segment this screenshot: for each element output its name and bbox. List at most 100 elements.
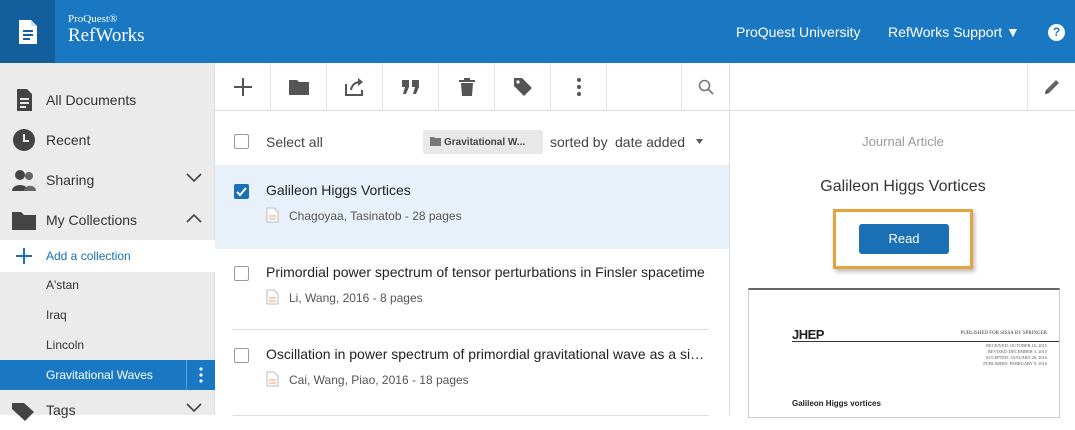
folder-icon	[12, 212, 36, 230]
read-button-highlight: Read	[833, 209, 973, 269]
caret-down-icon[interactable]	[696, 139, 703, 144]
detail-toolbar	[729, 63, 1075, 111]
chevron-down-icon[interactable]	[186, 403, 202, 413]
collection-item-active[interactable]: Gravitational Waves	[0, 360, 215, 390]
app-logo-button[interactable]	[0, 0, 55, 63]
add-collection-label: Add a collection	[46, 249, 131, 263]
kebab-icon	[199, 367, 203, 383]
document-icon	[266, 289, 279, 305]
plus-icon	[233, 78, 252, 96]
preview-logo: JHEP	[792, 327, 838, 342]
sidebar-item-label: All Documents	[46, 92, 137, 108]
quote-icon	[401, 80, 419, 94]
app-header: ProQuest® RefWorks ProQuest University R…	[0, 0, 1075, 63]
row-meta: Li, Wang, 2016 - 8 pages	[289, 291, 423, 305]
help-icon[interactable]: ?	[1048, 24, 1065, 41]
folder-icon	[430, 137, 441, 146]
tag-icon	[513, 78, 532, 96]
brand-proquest: ProQuest®	[68, 13, 118, 25]
reference-type: Journal Article	[862, 134, 944, 149]
row-title[interactable]: Galileon Higgs Vortices	[266, 182, 709, 198]
sidebar-item-tags[interactable]: Tags	[0, 390, 215, 430]
collection-label: Gravitational Waves	[46, 368, 153, 382]
row-checkbox[interactable]	[234, 184, 249, 199]
preview-publisher: Published for SISSA by Springer	[960, 331, 1047, 336]
sidebar-item-recent[interactable]: Recent	[0, 120, 215, 160]
add-collection-button[interactable]: Add a collection	[0, 240, 215, 272]
row-title[interactable]: Oscillation in power spectrum of primord…	[266, 346, 709, 362]
more-button[interactable]	[551, 63, 607, 111]
chevron-down-icon[interactable]	[186, 173, 202, 183]
people-icon	[12, 170, 36, 191]
list-item[interactable]: Galileon Higgs Vortices Chagoyaa, Tasina…	[215, 165, 729, 249]
share-button[interactable]	[327, 63, 383, 111]
collection-label: Iraq	[46, 308, 67, 322]
plus-icon	[16, 248, 32, 264]
tag-button[interactable]	[495, 63, 551, 111]
cite-button[interactable]	[383, 63, 439, 111]
read-button[interactable]: Read	[859, 224, 949, 254]
trash-icon	[458, 78, 475, 96]
folder-button[interactable]	[271, 63, 327, 111]
list-item[interactable]: Oscillation in power spectrum of primord…	[215, 333, 729, 417]
document-preview[interactable]: JHEP Published for SISSA by Springer Rec…	[748, 288, 1060, 418]
brand: ProQuest® RefWorks	[68, 14, 145, 47]
detail-pane: Journal Article Galileon Higgs Vortices …	[729, 111, 1075, 418]
document-icon	[266, 371, 279, 387]
sidebar-item-label: My Collections	[46, 212, 138, 228]
sidebar-item-label: Recent	[46, 132, 91, 148]
preview-date: Published: February 9, 2016	[983, 361, 1047, 366]
collection-item[interactable]: A'stan	[0, 270, 215, 300]
delete-button[interactable]	[439, 63, 495, 111]
sidebar-item-sharing[interactable]: Sharing	[0, 160, 215, 200]
row-checkbox[interactable]	[234, 348, 249, 363]
collection-menu-button[interactable]	[186, 360, 215, 390]
tag-icon	[12, 403, 34, 421]
collection-label: A'stan	[46, 278, 79, 292]
row-checkbox[interactable]	[234, 266, 249, 281]
reference-title: Galileon Higgs Vortices	[820, 178, 986, 195]
preview-dates: Received: October 16, 2015 Revised: Dece…	[983, 343, 1047, 367]
proquest-university-link[interactable]: ProQuest University	[736, 24, 860, 40]
collection-chip-label: Gravitational W...	[444, 137, 526, 148]
kebab-icon	[576, 78, 581, 96]
journal-logo-text: JHEP	[792, 327, 824, 342]
document-icon	[17, 89, 32, 111]
select-all-checkbox[interactable]	[234, 134, 249, 149]
sidebar-item-all-documents[interactable]: All Documents	[0, 80, 215, 120]
document-icon	[18, 19, 37, 44]
sort-dropdown[interactable]: date added	[615, 134, 685, 150]
checkmark-icon	[236, 187, 247, 197]
folder-icon	[288, 80, 309, 95]
row-meta: Chagoyaa, Tasinatob - 28 pages	[289, 209, 462, 223]
collection-item[interactable]: Lincoln	[0, 330, 215, 360]
edit-button[interactable]	[1027, 63, 1075, 111]
search-button[interactable]	[681, 63, 729, 111]
refworks-support-menu[interactable]: RefWorks Support ▼	[888, 24, 1020, 40]
preview-rule	[792, 341, 1059, 342]
sorted-by-label: sorted by	[550, 134, 608, 150]
sidebar-item-label: Tags	[46, 402, 76, 418]
collection-item[interactable]: Iraq	[0, 300, 215, 330]
row-title[interactable]: Primordial power spectrum of tensor pert…	[266, 264, 709, 280]
select-all-label: Select all	[266, 134, 323, 150]
list-toolbar	[215, 63, 729, 111]
brand-refworks: RefWorks	[68, 25, 145, 46]
sidebar-item-label: Sharing	[46, 172, 95, 188]
row-meta: Cai, Wang, Piao, 2016 - 18 pages	[289, 373, 469, 387]
pencil-icon	[1044, 80, 1059, 94]
document-icon	[266, 207, 279, 223]
add-button[interactable]	[215, 63, 271, 111]
preview-heading: Galileon Higgs vortices	[792, 399, 881, 408]
share-icon	[344, 78, 363, 96]
clock-icon	[13, 129, 35, 151]
row-divider	[233, 329, 709, 330]
row-divider	[233, 415, 709, 416]
search-icon	[698, 79, 714, 95]
collection-filter-chip[interactable]: Gravitational W...	[423, 130, 543, 154]
sidebar-item-my-collections[interactable]: My Collections	[0, 200, 215, 240]
list-header: Select all Gravitational W... sorted by …	[215, 120, 729, 164]
chevron-up-icon[interactable]	[186, 213, 202, 223]
list-item[interactable]: Primordial power spectrum of tensor pert…	[215, 249, 729, 333]
sidebar: All Documents Recent Sharing My Collecti…	[0, 63, 215, 421]
